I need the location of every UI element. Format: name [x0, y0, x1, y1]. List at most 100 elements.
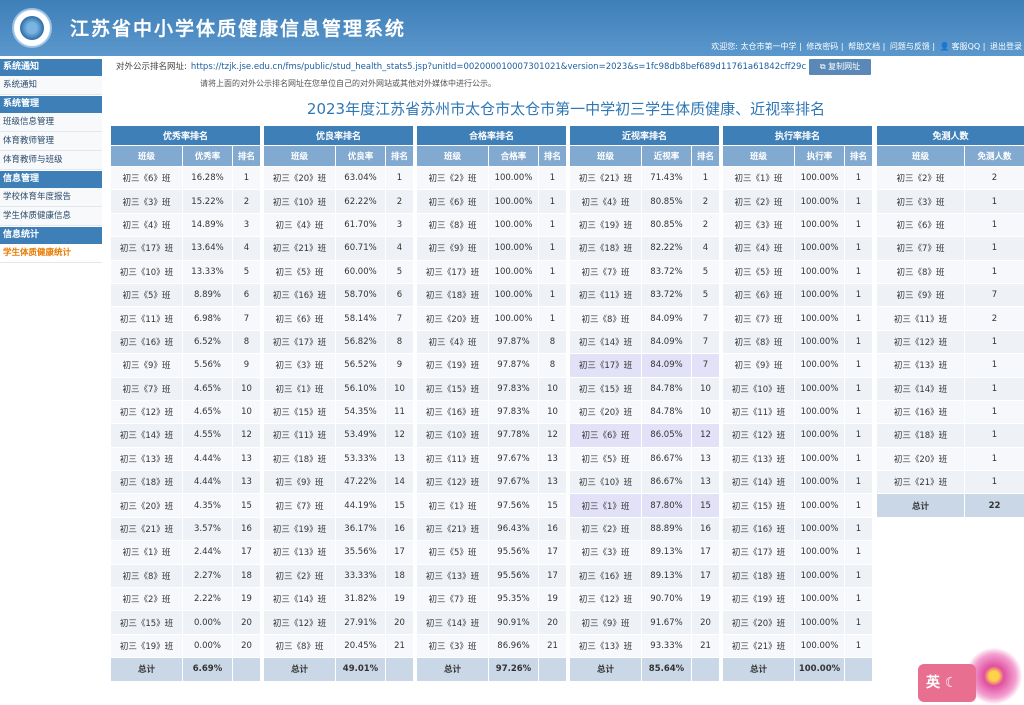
- table-row: 初三《11》班 83.72% 5: [569, 282, 721, 308]
- table-cell: 0.00%: [182, 633, 233, 659]
- table-cell: 100.00%: [794, 329, 845, 355]
- column-header: 合格率: [488, 145, 539, 167]
- table-cell: 初三《2》班: [722, 189, 795, 214]
- table-cell: 1: [537, 236, 568, 261]
- table-cell: 初三《8》班: [876, 259, 965, 284]
- service-qq-link[interactable]: 客服QQ: [952, 42, 981, 51]
- table-cell: 13.64%: [182, 236, 233, 261]
- sidebar-item[interactable]: 体育教师与班级: [0, 151, 102, 170]
- change-password-link[interactable]: 修改密码: [806, 42, 838, 51]
- table-cell: 1: [963, 399, 1024, 425]
- total-cell: 总计: [722, 657, 795, 682]
- table-row: 初三《1》班 56.10% 10: [263, 376, 415, 401]
- table-cell: 36.17%: [335, 516, 386, 542]
- table-cell: 初三《10》班: [722, 376, 795, 401]
- column-header: 排名: [231, 145, 262, 167]
- table-cell: 80.85%: [641, 212, 692, 238]
- table-row: 初三《11》班 6.98% 7: [110, 306, 262, 331]
- table-caption: 优秀率排名: [109, 125, 262, 146]
- table-cell: 100.00%: [794, 282, 845, 308]
- ime-toolbar[interactable]: 英 ☾: [918, 664, 976, 702]
- table-cell: 100.00%: [794, 165, 845, 191]
- total-cell: 49.01%: [335, 657, 386, 682]
- sidebar-item[interactable]: 体育教师管理: [0, 132, 102, 151]
- ranking-table: 近视率排名 班级 近视率 排名 初三《21》班 71.43% 1 初三《4》班 80.85% 2 初…: [568, 125, 721, 682]
- table-cell: 13.33%: [182, 259, 233, 284]
- table-cell: 初三《3》班: [416, 633, 489, 659]
- table-cell: 初三《15》班: [263, 399, 336, 425]
- table-cell: 8: [231, 329, 262, 355]
- table-cell: 47.22%: [335, 470, 386, 495]
- copy-url-button[interactable]: ⧉ 复制网址: [809, 59, 871, 75]
- table-cell: 100.00%: [794, 516, 845, 542]
- table-cell: 18: [231, 563, 262, 589]
- table-row: 初三《7》班 83.72% 5: [569, 259, 721, 284]
- table-row: 初三《4》班 97.87% 8: [416, 329, 568, 355]
- logout-link[interactable]: 退出登录: [990, 42, 1022, 51]
- column-header: 班级: [722, 145, 795, 167]
- page-title: 2023年度江苏省苏州市太仓市太仓市第一中学初三学生体质健康、近视率排名: [306, 100, 826, 118]
- table-cell: 初三《13》班: [722, 446, 795, 472]
- table-cell: 初三《3》班: [263, 353, 336, 378]
- sidebar-item[interactable]: 系统通知: [0, 76, 102, 95]
- table-cell: 19: [690, 587, 721, 612]
- table-caption: 免测人数: [875, 125, 1024, 146]
- feedback-link[interactable]: 问题与反馈: [890, 42, 930, 51]
- table-cell: 初三《9》班: [263, 470, 336, 495]
- table-row: 初三《13》班 4.44% 13: [110, 446, 262, 472]
- table-row: 初三《12》班 97.67% 13: [416, 470, 568, 495]
- table-cell: 63.04%: [335, 165, 386, 191]
- table-cell: 1: [843, 376, 874, 401]
- table-cell: 初三《7》班: [569, 259, 642, 284]
- table-cell: 20: [537, 610, 568, 635]
- table-row: 初三《15》班 84.78% 10: [569, 376, 721, 401]
- column-header: 班级: [876, 145, 965, 167]
- table-cell: 12: [690, 423, 721, 448]
- table-cell: 初三《16》班: [110, 329, 183, 355]
- table-cell: 初三《21》班: [416, 516, 489, 542]
- table-cell: 初三《8》班: [722, 329, 795, 355]
- table-cell: 11: [384, 399, 415, 425]
- table-cell: 33.33%: [335, 563, 386, 589]
- table-cell: 9: [384, 353, 415, 378]
- table-cell: 初三《10》班: [110, 259, 183, 284]
- table-cell: 100.00%: [794, 587, 845, 612]
- ranking-table: 优秀率排名 班级 优秀率 排名 初三《6》班 16.28% 1 初三《3》班 15.22% 2 初三…: [109, 125, 262, 682]
- table-cell: 2: [963, 306, 1024, 331]
- table-row: 初三《17》班 84.09% 7: [569, 353, 721, 378]
- sidebar-item[interactable]: 学生体质健康信息: [0, 207, 102, 226]
- table-row: 初三《11》班 2: [876, 306, 1024, 331]
- table-cell: 初三《9》班: [722, 353, 795, 378]
- help-doc-link[interactable]: 帮助文档: [848, 42, 880, 51]
- table-cell: 初三《9》班: [416, 236, 489, 261]
- url-row: 对外公示排名网址: https://tzjk.jse.edu.cn/fms/pub…: [116, 60, 806, 72]
- table-cell: 8: [537, 353, 568, 378]
- table-cell: 31.82%: [335, 587, 386, 612]
- table-cell: 21: [384, 633, 415, 659]
- table-cell: 初三《3》班: [876, 189, 965, 214]
- public-url[interactable]: https://tzjk.jse.edu.cn/fms/public/stud_…: [191, 62, 806, 72]
- table-cell: 17: [384, 540, 415, 565]
- table-cell: 1: [963, 423, 1024, 448]
- table-cell: 初三《15》班: [416, 376, 489, 401]
- table-row: 初三《21》班 60.71% 4: [263, 236, 415, 261]
- table-cell: 1: [843, 540, 874, 565]
- sidebar-item[interactable]: 班级信息管理: [0, 113, 102, 132]
- table-cell: 初三《7》班: [722, 306, 795, 331]
- table-cell: 初三《6》班: [416, 189, 489, 214]
- table-cell: 35.56%: [335, 540, 386, 565]
- sidebar-item[interactable]: 学生体质健康统计: [0, 244, 102, 263]
- table-cell: 83.72%: [641, 282, 692, 308]
- table-row: 初三《15》班 0.00% 20: [110, 610, 262, 635]
- table-cell: 20: [231, 610, 262, 635]
- table-cell: 初三《12》班: [263, 610, 336, 635]
- table-cell: 1: [843, 329, 874, 355]
- table-row: 初三《17》班 56.82% 8: [263, 329, 415, 355]
- sidebar-item[interactable]: 学校体育年度报告: [0, 188, 102, 207]
- table-cell: 初三《21》班: [876, 470, 965, 495]
- table-cell: 97.56%: [488, 493, 539, 518]
- table-cell: 初三《19》班: [110, 633, 183, 659]
- table-cell: 16.28%: [182, 165, 233, 191]
- table-cell: 8.89%: [182, 282, 233, 308]
- table-cell: 5: [690, 259, 721, 284]
